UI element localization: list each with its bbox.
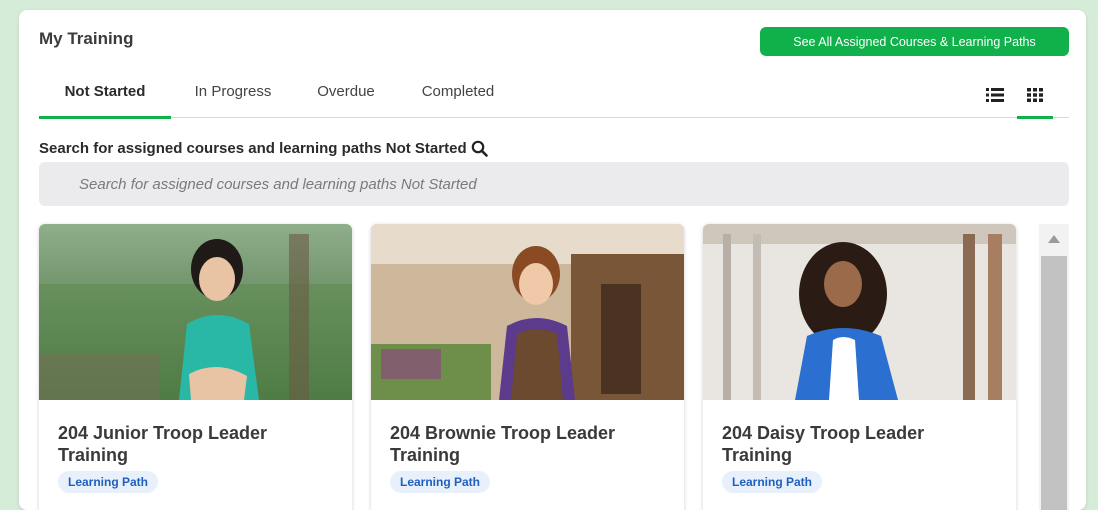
course-title: 204 Daisy Troop Leader Training xyxy=(722,423,925,465)
active-view-indicator xyxy=(1017,116,1053,119)
grid-view-button[interactable] xyxy=(1018,80,1052,110)
course-card-brownie[interactable]: 204 Brownie Troop Leader Training Learni… xyxy=(371,224,684,510)
tab-in-progress[interactable]: In Progress xyxy=(189,80,277,118)
grid-icon xyxy=(1027,88,1043,102)
tab-overdue[interactable]: Overdue xyxy=(313,80,379,118)
scrollbar-thumb[interactable] xyxy=(1041,256,1067,510)
course-thumbnail xyxy=(703,224,1016,400)
search-icon[interactable] xyxy=(471,140,488,157)
list-icon xyxy=(986,88,1004,102)
see-all-assigned-button[interactable]: See All Assigned Courses & Learning Path… xyxy=(760,27,1069,56)
learning-path-badge: Learning Path xyxy=(722,471,823,493)
panel-title: My Training xyxy=(39,29,134,48)
search-input[interactable] xyxy=(39,162,1069,206)
course-card-junior[interactable]: 204 Junior Troop Leader Training Learnin… xyxy=(39,224,352,510)
course-title: 204 Brownie Troop Leader Training xyxy=(390,423,616,465)
caret-up-icon xyxy=(1048,235,1060,243)
scroll-up-button[interactable] xyxy=(1039,224,1069,254)
list-view-button[interactable] xyxy=(978,80,1012,110)
tab-completed[interactable]: Completed xyxy=(415,80,501,118)
active-tab-indicator xyxy=(39,116,171,119)
search-label: Search for assigned courses and learning… xyxy=(39,140,488,157)
course-title: 204 Junior Troop Leader Training xyxy=(58,423,268,465)
learning-path-badge: Learning Path xyxy=(390,471,491,493)
tabs-divider xyxy=(39,117,1069,118)
my-training-panel: My Training See All Assigned Courses & L… xyxy=(19,10,1086,510)
tab-not-started[interactable]: Not Started xyxy=(39,80,171,118)
learning-path-badge: Learning Path xyxy=(58,471,159,493)
course-thumbnail xyxy=(371,224,684,400)
course-thumbnail xyxy=(39,224,352,400)
search-label-text: Search for assigned courses and learning… xyxy=(39,140,467,157)
course-card-daisy[interactable]: 204 Daisy Troop Leader Training Learning… xyxy=(703,224,1016,510)
cards-scrollbar[interactable] xyxy=(1039,224,1069,510)
